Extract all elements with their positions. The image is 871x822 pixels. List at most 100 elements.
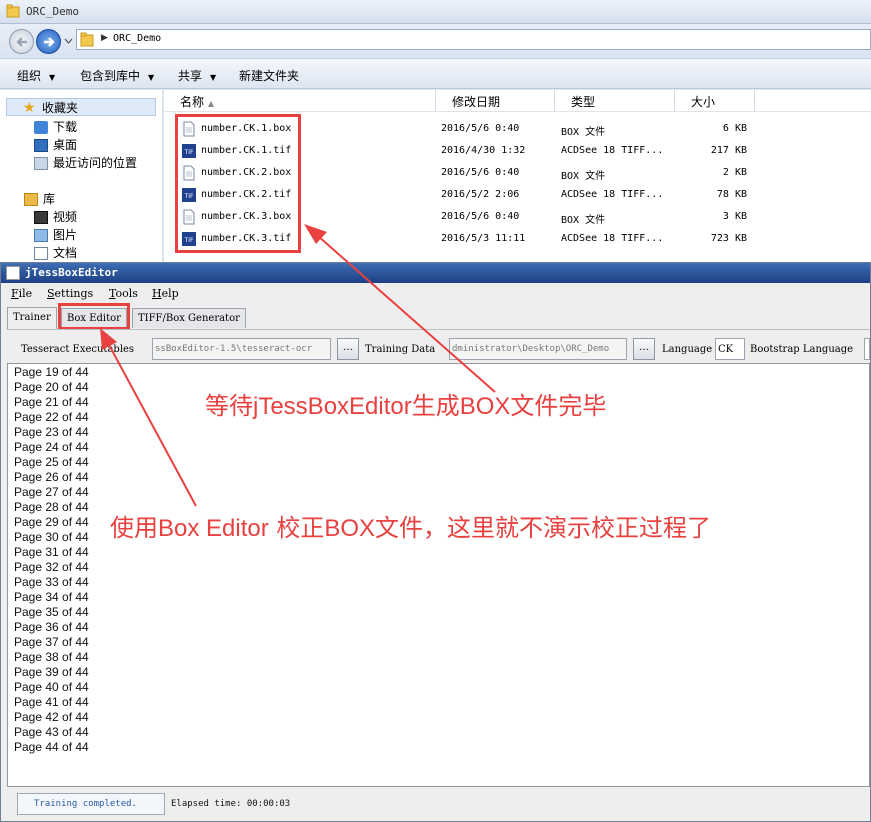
browse-tesseract-button[interactable]: ... <box>337 338 359 360</box>
trainer-toolbar: Tesseract Executables ssBoxEditor-1.5\te… <box>7 329 870 363</box>
browse-training-data-button[interactable]: ... <box>633 338 655 360</box>
log-line: Page 19 of 44 <box>14 365 89 379</box>
box-editor-highlight-box <box>58 303 130 330</box>
log-line: Page 42 of 44 <box>14 710 89 724</box>
chevron-down-icon[interactable] <box>64 38 73 44</box>
tree-item-documents[interactable]: 文档 <box>34 244 77 262</box>
file-size: 217 KB <box>710 145 747 156</box>
chevron-down-icon: ▼ <box>148 73 155 82</box>
log-line: Page 21 of 44 <box>14 395 89 409</box>
folder-icon <box>6 4 20 18</box>
file-date: 2016/5/3 11:11 <box>441 233 526 244</box>
tree-item-desktop[interactable]: 桌面 <box>34 136 77 154</box>
file-size: 78 KB <box>716 189 747 200</box>
folder-icon <box>80 32 94 47</box>
document-icon <box>34 247 48 260</box>
log-line: Page 34 of 44 <box>14 590 89 604</box>
training-status: Training completed. <box>17 793 165 815</box>
picture-icon <box>34 229 48 242</box>
file-type: ACDSee 18 TIFF... <box>561 233 664 244</box>
annotation-use-box-editor-text: 使用Box Editor 校正BOX文件，这里就不演示校正过程了 <box>110 514 712 542</box>
tab-tiff-box-generator[interactable]: TIFF/Box Generator <box>132 308 246 328</box>
training-data-label: Training Data <box>365 344 436 355</box>
back-button[interactable] <box>9 29 34 54</box>
menu-settings[interactable]: Settings <box>47 287 93 300</box>
new-folder-button[interactable]: 新建文件夹 <box>239 67 299 84</box>
include-in-library-menu[interactable]: 包含到库中 ▼ <box>80 67 154 84</box>
breadcrumb-separator-icon[interactable]: ▶ <box>101 33 108 43</box>
file-size: 6 KB <box>722 123 747 134</box>
menu-tools[interactable]: Tools <box>109 287 138 300</box>
file-size: 3 KB <box>722 211 747 222</box>
arrow-left-icon <box>16 37 27 47</box>
log-line: Page 33 of 44 <box>14 575 89 589</box>
arrow-right-icon <box>44 37 55 47</box>
file-type: ACDSee 18 TIFF... <box>561 145 664 156</box>
file-type: BOX 文件 <box>561 215 606 226</box>
log-line: Page 35 of 44 <box>14 605 89 619</box>
java-icon <box>6 266 20 280</box>
menu-file[interactable]: File <box>11 287 32 300</box>
file-date: 2016/5/6 0:40 <box>441 123 520 134</box>
navigation-tree: ★ 收藏夹 下载 桌面 最近访问的位置 库 视频 图片 文档 <box>0 90 163 262</box>
log-line: Page 29 of 44 <box>14 515 89 529</box>
organize-menu[interactable]: 组织 ▼ <box>17 67 55 84</box>
share-menu[interactable]: 共享 ▼ <box>178 67 216 84</box>
log-line: Page 37 of 44 <box>14 635 89 649</box>
output-log[interactable]: Page 19 of 44 Page 20 of 44 Page 21 of 44 P… <box>7 363 870 787</box>
log-line: Page 23 of 44 <box>14 425 89 439</box>
log-line: Page 44 of 44 <box>14 740 89 754</box>
column-header-date[interactable]: 修改日期 <box>436 90 555 111</box>
tree-item-downloads[interactable]: 下载 <box>34 118 77 136</box>
log-line: Page 28 of 44 <box>14 500 89 514</box>
column-header-size[interactable]: 大小 <box>675 90 755 111</box>
tree-item-recent-places[interactable]: 最近访问的位置 <box>34 154 137 172</box>
log-line: Page 43 of 44 <box>14 725 89 739</box>
language-label: Language <box>662 344 713 355</box>
log-line: Page 41 of 44 <box>14 695 89 709</box>
download-folder-icon <box>34 121 48 134</box>
log-line: Page 20 of 44 <box>14 380 89 394</box>
forward-button[interactable] <box>36 29 61 54</box>
tree-item-libraries[interactable]: 库 <box>24 190 55 208</box>
header-divider <box>164 111 871 112</box>
bootstrap-language-label: Bootstrap Language <box>750 344 854 355</box>
explorer-window: ORC_Demo ▶ ORC_Demo 组织 ▼ 包含到库中 ▼ 共享 ▼ 新建文件夹… <box>0 0 871 262</box>
file-type: BOX 文件 <box>561 127 606 138</box>
jtess-title-bar: jTessBoxEditor <box>1 263 870 283</box>
tree-item-favorites[interactable]: ★ 收藏夹 <box>6 98 156 116</box>
log-line: Page 36 of 44 <box>14 620 89 634</box>
menu-help[interactable]: Help <box>152 287 179 300</box>
chevron-down-icon: ▼ <box>49 73 56 82</box>
bootstrap-language-field[interactable] <box>864 338 870 360</box>
file-type: BOX 文件 <box>561 171 606 182</box>
tesseract-executables-field[interactable]: ssBoxEditor-1.5\tesseract-ocr <box>152 338 331 360</box>
tree-item-pictures[interactable]: 图片 <box>34 226 77 244</box>
address-bar[interactable]: ▶ ORC_Demo <box>76 29 871 50</box>
log-line: Page 24 of 44 <box>14 440 89 454</box>
training-data-field[interactable]: dministrator\Desktop\ORC_Demo <box>449 338 627 360</box>
column-header-name[interactable]: 名称 ▲ <box>164 90 436 111</box>
jtess-window-title: jTessBoxEditor <box>25 266 118 279</box>
command-bar: 组织 ▼ 包含到库中 ▼ 共享 ▼ 新建文件夹 <box>0 58 871 89</box>
column-header-type[interactable]: 类型 <box>555 90 675 111</box>
files-highlight-box <box>175 114 301 253</box>
file-size: 723 KB <box>710 233 747 244</box>
status-bar: Training completed. Elapsed time: 00:00:… <box>1 787 870 821</box>
log-line: Page 31 of 44 <box>14 545 89 559</box>
annotation-wait-text: 等待jTessBoxEditor生成BOX文件完毕 <box>205 392 607 420</box>
log-line: Page 39 of 44 <box>14 665 89 679</box>
elapsed-time: Elapsed time: 00:00:03 <box>171 799 291 809</box>
tesseract-executables-label: Tesseract Executables <box>21 344 135 355</box>
tab-trainer[interactable]: Trainer <box>7 307 57 329</box>
log-line: Page 22 of 44 <box>14 410 89 424</box>
file-size: 2 KB <box>722 167 747 178</box>
library-icon <box>24 193 38 206</box>
log-line: Page 38 of 44 <box>14 650 89 664</box>
log-line: Page 25 of 44 <box>14 455 89 469</box>
language-field[interactable]: CK <box>715 338 745 360</box>
tree-item-videos[interactable]: 视频 <box>34 208 77 226</box>
desktop-icon <box>34 139 48 152</box>
file-type: ACDSee 18 TIFF... <box>561 189 664 200</box>
log-line: Page 30 of 44 <box>14 530 89 544</box>
